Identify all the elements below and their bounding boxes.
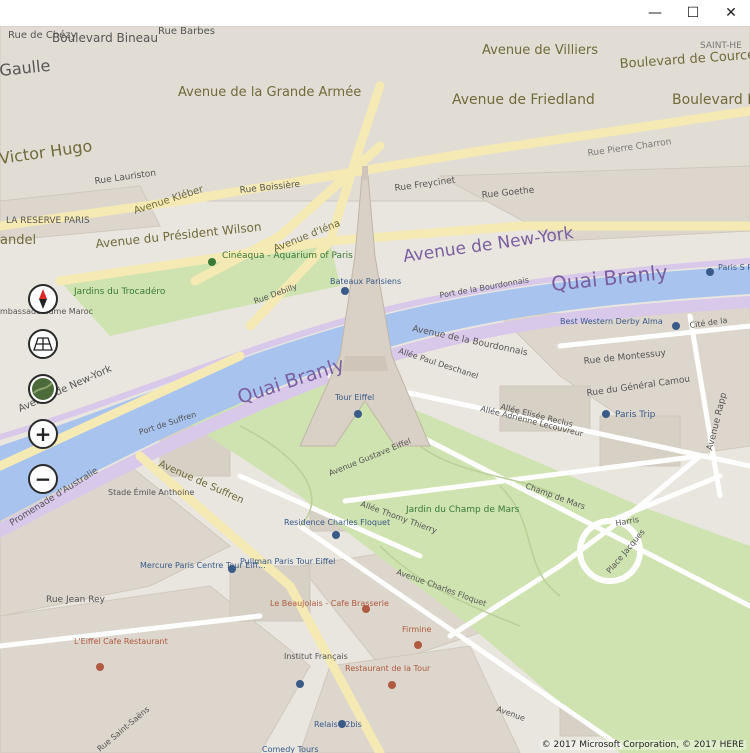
poi-restaurant-icon [388,681,396,689]
label-comedy-tours: Comedy Tours [262,745,319,753]
label-paris-trip: Paris Trip [615,410,656,420]
label-bateaux: Bateaux Parisiens [330,277,401,286]
poi-eiffel-cafe-icon [96,663,104,671]
map-view[interactable]: Rue de Chézy Boulevard Bineau Rue Barbes… [0,26,750,753]
copyright-text: © 2017 Microsoft Corporation, © 2017 HER… [539,740,746,750]
zoom-in-icon: + [34,422,52,446]
label-avenue-de-villiers: Avenue de Villiers [482,43,598,58]
minimize-button[interactable]: — [636,0,674,26]
label-avenue-de-friedland: Avenue de Friedland [452,92,595,108]
zoom-out-button[interactable]: − [28,464,58,494]
label-cineaqua: Cinéaqua - Aquarium of Paris [222,250,353,261]
poi-shop-icon [706,268,714,276]
label-jardins-trocadero: Jardins du Trocadéro [73,286,166,297]
poi-institut-icon [296,680,304,688]
label-best-western: Best Western Derby Alma [560,317,663,326]
label-reserve-paris: LA RESERVE PARIS [6,216,90,226]
compass-icon [39,289,47,309]
map-style-button[interactable] [28,374,58,404]
label-relais-12bis: Relais 12bis [314,720,362,729]
title-bar: — ☐ ✕ [0,0,750,26]
poi-firmine-icon [414,641,422,649]
label-firmine: Firmine [402,625,431,634]
label-mandel: andel [0,233,36,248]
maximize-button[interactable]: ☐ [674,0,712,26]
label-institut-francais: Institut Français [284,652,348,661]
label-boulevard-ha: Boulevard Ha [672,92,750,108]
zoom-in-button[interactable]: + [28,419,58,449]
label-eiffel-cafe: L'Eiffel Cafe Restaurant [74,637,168,646]
map-style-icon [32,378,54,400]
poi-paris-trip-icon [602,410,610,418]
label-tour-eiffel: Tour Eiffel [334,393,374,402]
minimize-icon: — [648,5,662,21]
label-stade-emile-anthoine: Stade Émile Anthoine [108,486,194,497]
poi-relais-icon [338,720,346,728]
label-paris-shop: Paris S Passage [718,263,750,272]
tilt-button[interactable] [28,329,58,359]
poi-pullman-icon [228,565,236,573]
close-icon: ✕ [725,5,737,21]
poi-beaujolais-icon [362,605,370,613]
zoom-out-icon: − [34,467,52,491]
poi-hotel-icon [672,322,680,330]
label-residence-floquet: Residence Charles Floquet [284,518,390,527]
label-pullman: Pullman Paris Tour Eiffel [240,557,335,566]
poi-aquarium-icon [208,258,216,266]
label-boulevard-bineau: Boulevard Bineau [52,31,158,45]
compass-button[interactable] [28,284,58,314]
label-rue-jean-rey: Rue Jean Rey [46,595,106,605]
label-beaujolais: Le Beaujolais - Cafe Brasserie [270,599,389,608]
map-canvas: Rue de Chézy Boulevard Bineau Rue Barbes… [0,26,750,753]
poi-residence-icon [332,531,340,539]
tilt-icon [33,337,53,351]
label-avenue-grande-armee: Avenue de la Grande Armée [178,85,361,100]
label-restaurant-tour: Restaurant de la Tour [345,664,431,673]
close-button[interactable]: ✕ [712,0,750,26]
maximize-icon: ☐ [686,5,700,21]
label-jardin-champ-mars: Jardin du Champ de Mars [405,505,520,515]
label-rue-barbes: Rue Barbes [158,26,215,37]
poi-boat-icon [341,287,349,295]
poi-tour-eiffel-icon [354,410,362,418]
